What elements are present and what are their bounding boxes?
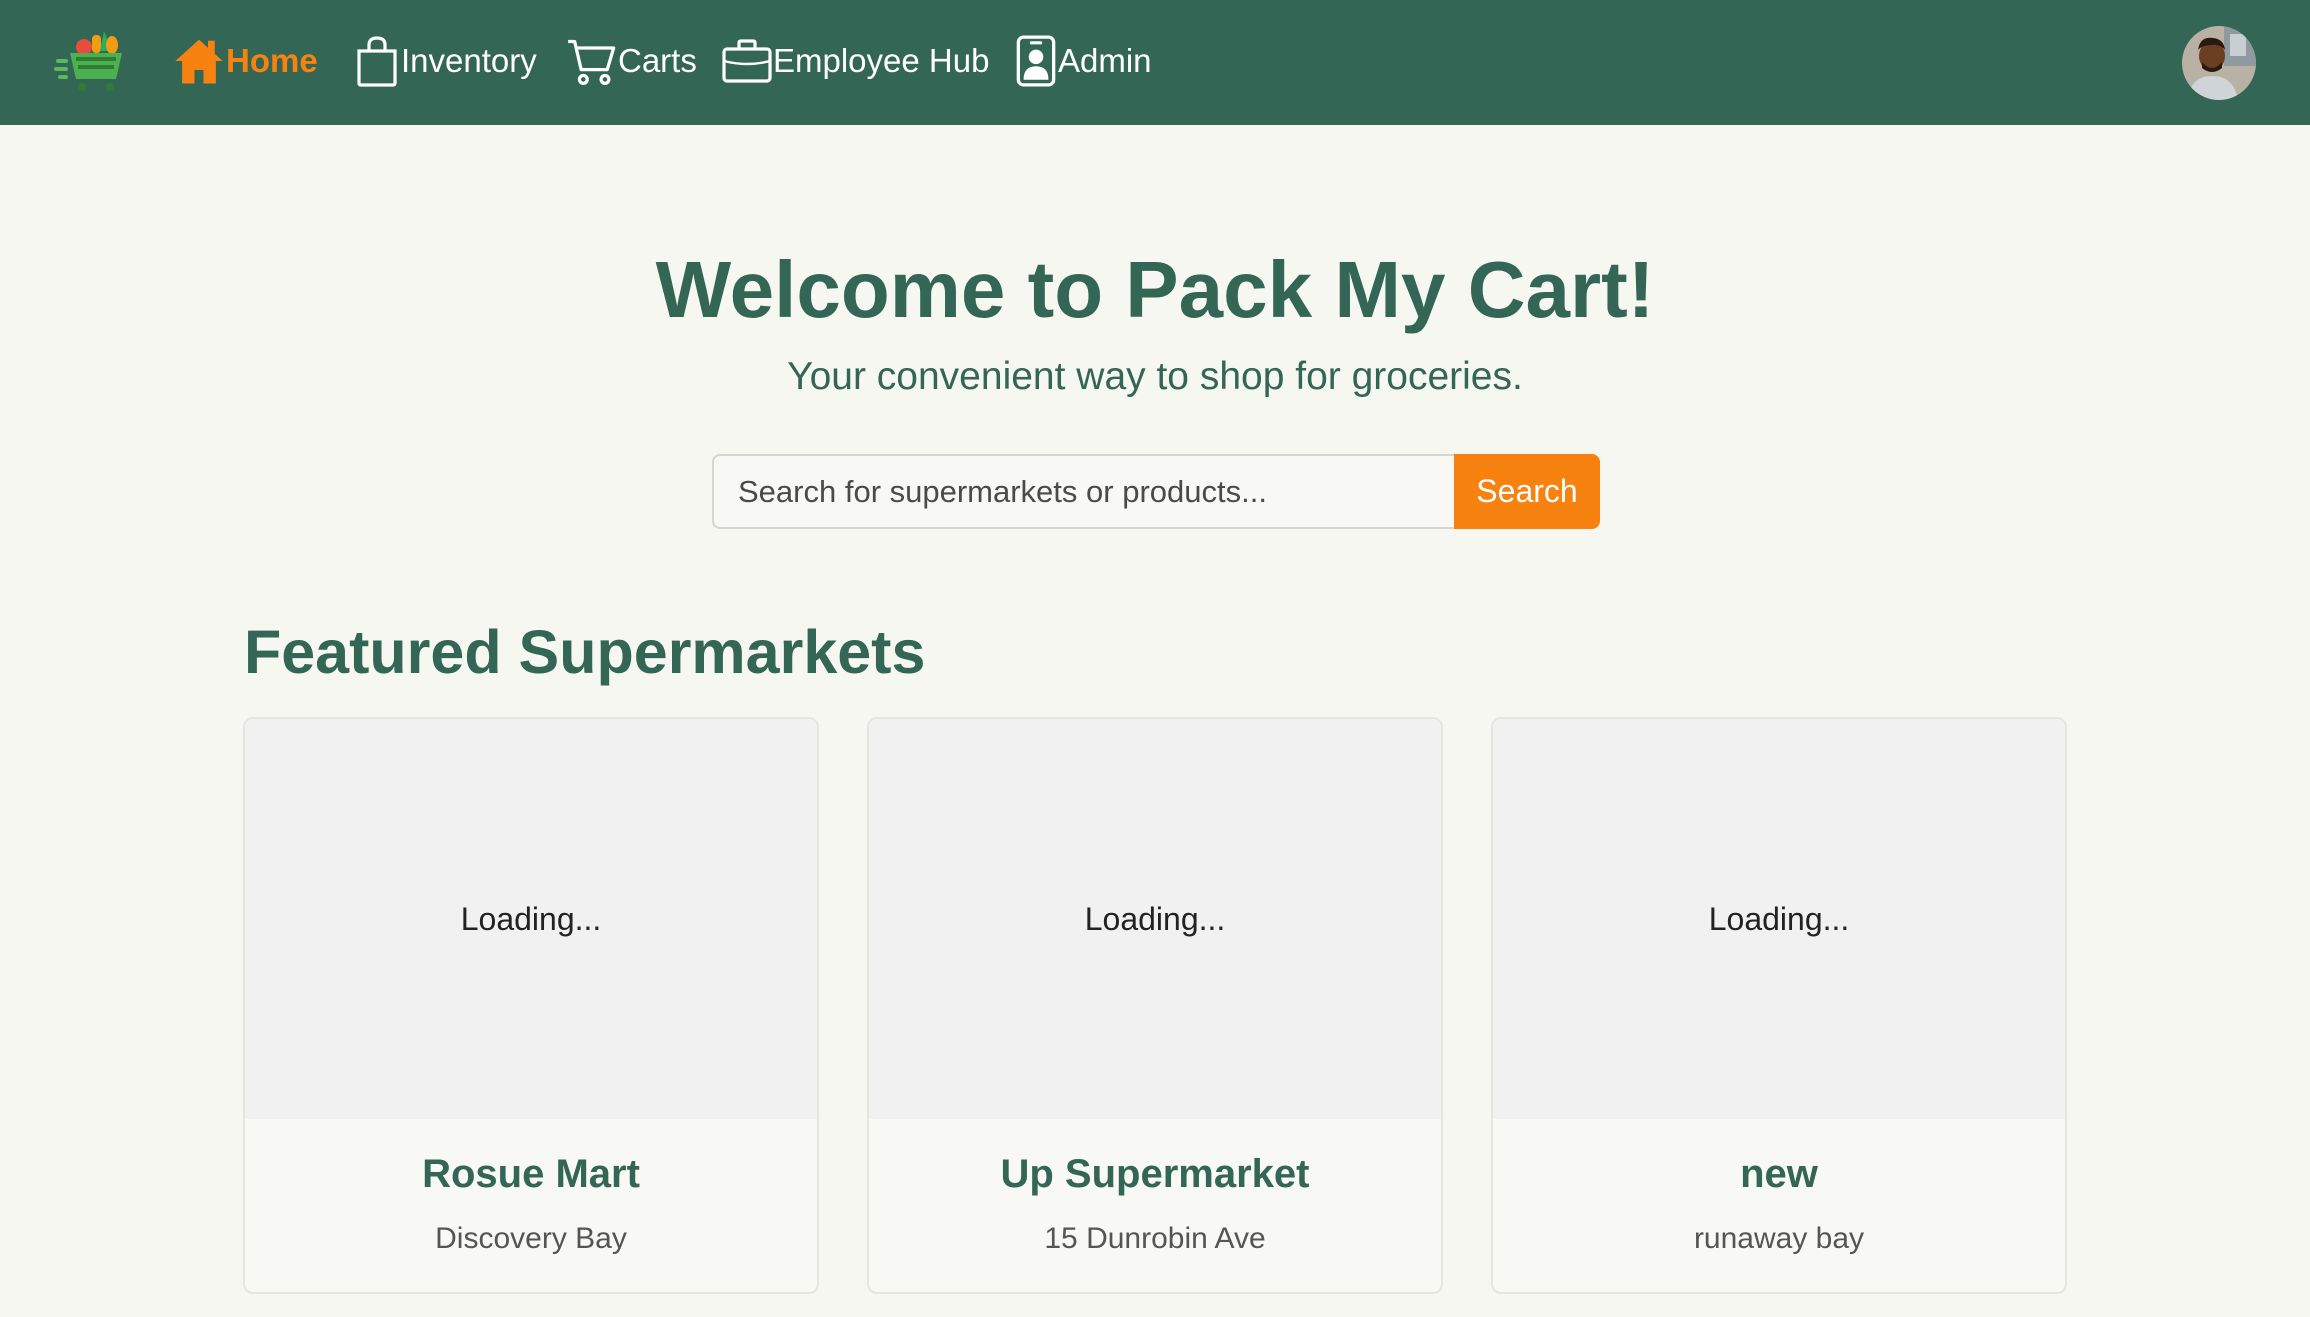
- card-image-placeholder: Loading...: [1493, 719, 2065, 1119]
- card-image-placeholder: Loading...: [869, 719, 1441, 1119]
- supermarket-card[interactable]: Loading... new runaway bay: [1491, 717, 2067, 1294]
- briefcase-icon: [721, 37, 773, 85]
- nav-employee-hub-link[interactable]: Employee Hub: [721, 32, 989, 90]
- shopping-bag-icon: [353, 34, 401, 88]
- nav-carts-label: Carts: [618, 42, 697, 79]
- id-badge-icon: [1014, 34, 1058, 88]
- card-image-placeholder: Loading...: [245, 719, 817, 1119]
- nav-admin-label: Admin: [1058, 42, 1152, 79]
- card-address: 15 Dunrobin Ave: [1044, 1222, 1266, 1255]
- nav-home-link[interactable]: Home: [172, 32, 318, 90]
- page-subtitle: Your convenient way to shop for grocerie…: [787, 355, 1523, 398]
- featured-section-title: Featured Supermarkets: [244, 618, 926, 686]
- card-name: Rosue Mart: [422, 1152, 640, 1196]
- search-input[interactable]: [712, 454, 1455, 529]
- nav-inventory-link[interactable]: Inventory: [353, 32, 537, 90]
- home-icon: [172, 34, 226, 88]
- user-avatar[interactable]: [2182, 26, 2256, 100]
- nav-admin-link[interactable]: Admin: [1014, 32, 1152, 90]
- card-address: Discovery Bay: [435, 1222, 627, 1255]
- top-navbar: Home Inventory Carts Employee Hub Admin: [0, 0, 2310, 125]
- card-name: new: [1740, 1152, 1818, 1196]
- nav-employee-hub-label: Employee Hub: [773, 42, 990, 79]
- nav-inventory-label: Inventory: [401, 42, 537, 79]
- nav-carts-link[interactable]: Carts: [566, 32, 697, 90]
- shopping-cart-icon: [566, 35, 618, 87]
- supermarket-card[interactable]: Loading... Up Supermarket 15 Dunrobin Av…: [867, 717, 1443, 1294]
- card-address: runaway bay: [1693, 1222, 1865, 1255]
- nav-home-label: Home: [226, 42, 318, 79]
- cart-logo-icon[interactable]: [54, 29, 124, 95]
- card-name: Up Supermarket: [1000, 1152, 1310, 1196]
- search-button[interactable]: Search: [1454, 454, 1600, 529]
- supermarket-card[interactable]: Loading... Rosue Mart Discovery Bay: [243, 717, 819, 1294]
- page-title: Welcome to Pack My Cart!: [655, 245, 1655, 334]
